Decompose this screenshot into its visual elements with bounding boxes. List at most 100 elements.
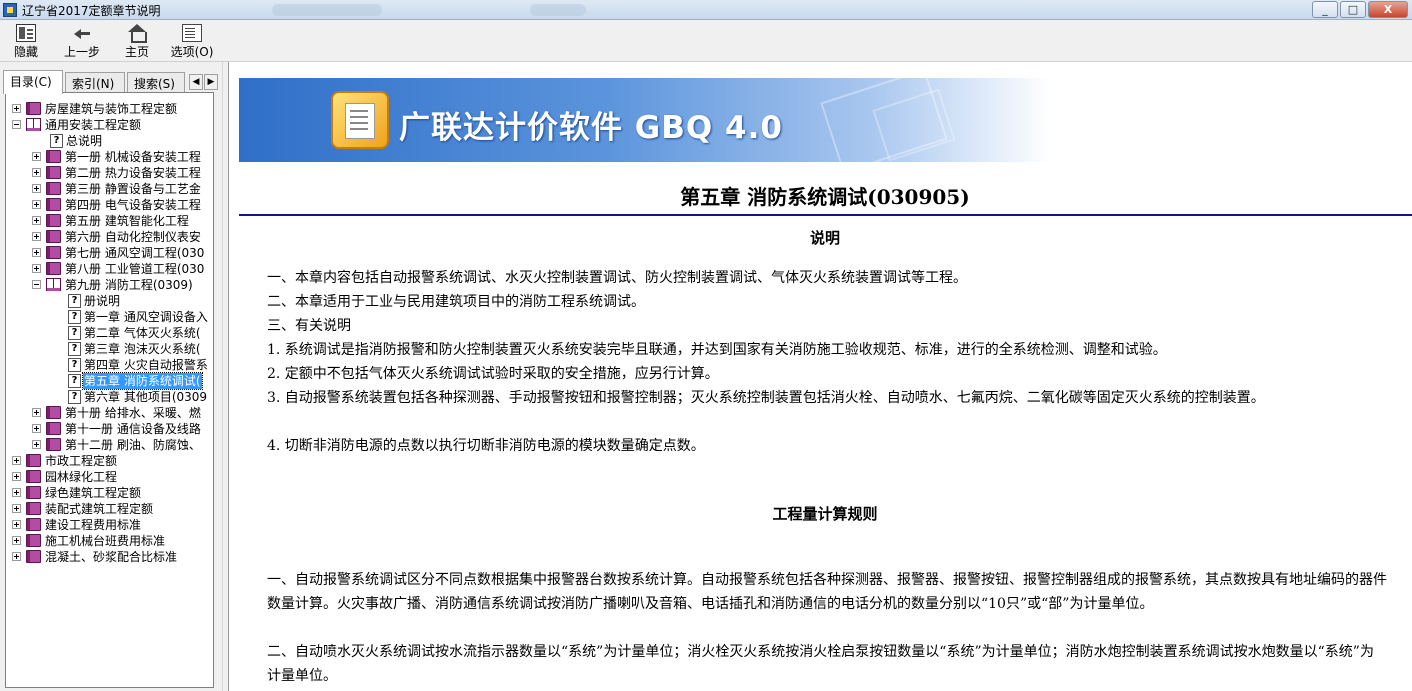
tree-node[interactable]: ? 第三章 泡沫灭火系统(	[8, 341, 213, 357]
expand-plus-icon[interactable]	[32, 232, 41, 241]
contents-tree[interactable]: 房屋建筑与装饰工程定额 通用安装工程定额 ? 总说明 第一册 机械设备安装工程 …	[5, 92, 214, 688]
tree-node[interactable]: ? 册说明	[8, 293, 213, 309]
tree-node[interactable]: 房屋建筑与装饰工程定额	[8, 101, 213, 117]
tree-node-selected[interactable]: ? 第五章 消防系统调试(	[8, 372, 213, 390]
expand-plus-icon[interactable]	[12, 552, 21, 561]
tree-node[interactable]: 建设工程费用标准	[8, 517, 213, 533]
expand-plus-icon[interactable]	[32, 408, 41, 417]
expand-plus-icon[interactable]	[32, 264, 41, 273]
expand-plus-icon[interactable]	[32, 184, 41, 193]
home-button[interactable]: 主页	[120, 22, 154, 60]
expand-plus-icon[interactable]	[32, 440, 41, 449]
paragraph: 一、本章内容包括自动报警系统调试、水灭火控制装置调试、防火控制装置调试、气体灭火…	[267, 270, 967, 286]
home-icon	[127, 24, 147, 43]
closed-book-icon	[26, 454, 41, 467]
tree-node[interactable]: ? 总说明	[8, 133, 213, 149]
tree-node[interactable]: 第一册 机械设备安装工程	[8, 149, 213, 165]
minimize-button[interactable]: _	[1312, 1, 1338, 18]
tree-node[interactable]: 混凝土、砂浆配合比标准	[8, 549, 213, 565]
expand-plus-icon[interactable]	[32, 424, 41, 433]
options-button[interactable]: 选项(O)	[168, 22, 216, 60]
tree-node[interactable]: 第七册 通风空调工程(030	[8, 245, 213, 261]
hide-button[interactable]: 隐藏	[8, 22, 44, 60]
banner-title: 广联达计价软件 GBQ 4.0	[399, 110, 783, 146]
maximize-button[interactable]: □	[1340, 1, 1366, 18]
expand-plus-icon[interactable]	[32, 168, 41, 177]
tree-node[interactable]: ? 第一章 通风空调设备入	[8, 309, 213, 325]
back-arrow-icon	[72, 24, 92, 42]
help-page-icon: ?	[50, 134, 63, 148]
expand-plus-icon[interactable]	[12, 488, 21, 497]
section-heading-rules: 工程量计算规则	[772, 505, 878, 523]
paragraph: 4. 切断非消防电源的点数以执行切断非消防电源的模块数量确定点数。	[267, 438, 705, 454]
expand-plus-icon[interactable]	[12, 536, 21, 545]
tree-node[interactable]: 第八册 工业管道工程(030	[8, 261, 213, 277]
paragraph: 二、本章适用于工业与民用建筑项目中的消防工程系统调试。	[267, 294, 645, 310]
tree-node[interactable]: 施工机械台班费用标准	[8, 533, 213, 549]
back-button[interactable]: 上一步	[60, 22, 104, 60]
expand-plus-icon[interactable]	[32, 248, 41, 257]
tab-search[interactable]: 搜索(S)	[127, 72, 185, 92]
tab-scroll-right-icon[interactable]: ▶	[204, 74, 218, 90]
closed-book-icon	[46, 166, 61, 179]
closed-book-icon	[46, 246, 61, 259]
title-bar: 辽宁省2017定额章节说明 _ □ X	[0, 0, 1412, 20]
tree-node[interactable]: 第六册 自动化控制仪表安	[8, 229, 213, 245]
back-label: 上一步	[63, 45, 100, 59]
closed-book-icon	[46, 262, 61, 275]
hide-label: 隐藏	[13, 45, 38, 59]
expand-plus-icon[interactable]	[12, 504, 21, 513]
closed-book-icon	[46, 406, 61, 419]
tab-scroll-left-icon[interactable]: ◀	[189, 74, 203, 90]
home-label: 主页	[124, 45, 149, 59]
tab-scroll-arrows: ◀ ▶	[189, 74, 218, 90]
tree-node[interactable]: ? 第四章 火灾自动报警系	[8, 357, 213, 373]
tree-node[interactable]: 第九册 消防工程(0309)	[8, 277, 213, 293]
closed-book-icon	[26, 470, 41, 483]
closed-book-icon	[26, 518, 41, 531]
tree-node[interactable]: 第十二册 刷油、防腐蚀、	[8, 437, 213, 453]
tree-node[interactable]: 市政工程定额	[8, 453, 213, 469]
closed-book-icon	[46, 422, 61, 435]
closed-book-icon	[46, 230, 61, 243]
chapter-title: 第五章 消防系统调试(030905)	[680, 185, 970, 209]
closed-book-icon	[26, 534, 41, 547]
product-banner: 广联达计价软件 GBQ 4.0	[239, 68, 1051, 174]
window-title: 辽宁省2017定额章节说明	[22, 4, 161, 18]
expand-plus-icon[interactable]	[32, 200, 41, 209]
closed-book-icon	[46, 214, 61, 227]
tree-node[interactable]: 园林绿化工程	[8, 469, 213, 485]
tree-node[interactable]: 装配式建筑工程定额	[8, 501, 213, 517]
product-logo-icon	[331, 91, 389, 149]
paragraph: 三、有关说明	[267, 318, 351, 334]
help-page-icon: ?	[68, 310, 81, 324]
tree-node[interactable]: 通用安装工程定额	[8, 117, 213, 133]
tree-node[interactable]: 第十一册 通信设备及线路	[8, 421, 213, 437]
expand-plus-icon[interactable]	[12, 472, 21, 481]
tree-node[interactable]: 第二册 热力设备安装工程	[8, 165, 213, 181]
title-blur-region	[272, 4, 382, 16]
tab-index[interactable]: 索引(N)	[65, 72, 125, 92]
paragraph: 2. 定额中不包括气体灭火系统调试试验时采取的安全措施，应另行计算。	[267, 366, 719, 382]
expand-plus-icon[interactable]	[12, 104, 21, 113]
tree-node[interactable]: 第五册 建筑智能化工程	[8, 213, 213, 229]
tree-node[interactable]: ? 第六章 其他项目(0309	[8, 389, 213, 405]
tree-node[interactable]: 第三册 静置设备与工艺金	[8, 181, 213, 197]
collapse-minus-icon[interactable]	[12, 120, 21, 129]
tree-node[interactable]: ? 第二章 气体灭火系统(	[8, 325, 213, 341]
content-pane: 广联达计价软件 GBQ 4.0 第五章 消防系统调试(030905) 说明 一、…	[228, 62, 1412, 691]
tab-contents[interactable]: 目录(C)	[3, 70, 63, 94]
tree-node[interactable]: 第四册 电气设备安装工程	[8, 197, 213, 213]
close-button[interactable]: X	[1368, 1, 1408, 18]
tree-node[interactable]: 绿色建筑工程定额	[8, 485, 213, 501]
expand-plus-icon[interactable]	[32, 152, 41, 161]
help-page-icon: ?	[68, 342, 81, 356]
expand-plus-icon[interactable]	[12, 456, 21, 465]
closed-book-icon	[26, 102, 41, 115]
tree-node[interactable]: 第十册 给排水、采暖、燃	[8, 405, 213, 421]
collapse-minus-icon[interactable]	[32, 280, 41, 289]
expand-plus-icon[interactable]	[32, 216, 41, 225]
paragraph: 二、自动喷水灭火系统调试按水流指示器数量以“系统”为计量单位；消火栓灭火系统按消…	[267, 644, 1374, 684]
expand-plus-icon[interactable]	[12, 520, 21, 529]
navigation-pane: 目录(C) 索引(N) 搜索(S) ◀ ▶ 房屋建筑与装饰工程定额 通用安装工程…	[0, 62, 222, 691]
